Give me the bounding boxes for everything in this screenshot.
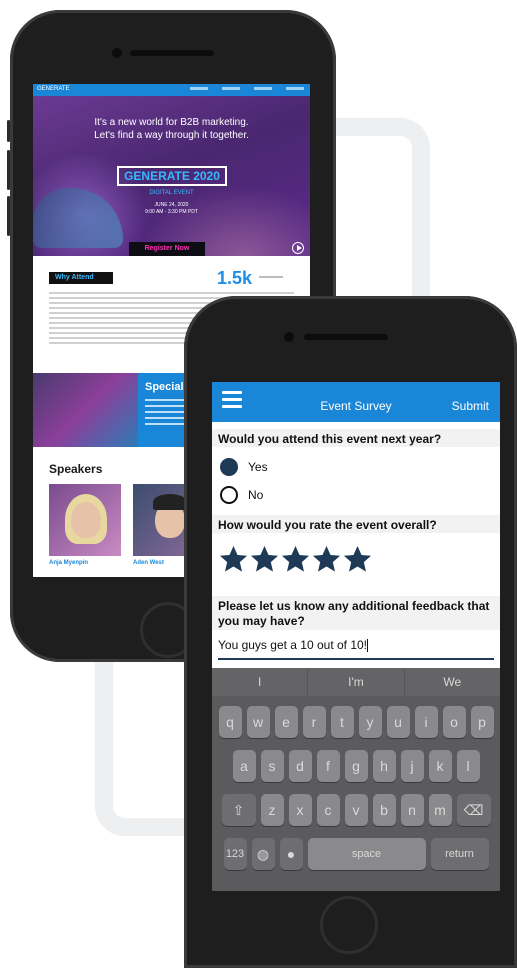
space-key[interactable]: space [307, 838, 426, 870]
option-no[interactable]: No [220, 486, 263, 504]
key[interactable]: e [274, 706, 298, 738]
radio-unselected-icon[interactable] [220, 486, 238, 504]
question-attend: Would you attend this event next year? [218, 432, 442, 446]
attendee-count-label [259, 276, 283, 278]
key[interactable]: p [470, 706, 494, 738]
nav-link[interactable] [254, 87, 272, 90]
nav-link[interactable] [190, 87, 208, 90]
key[interactable]: u [386, 706, 410, 738]
play-icon[interactable] [292, 242, 304, 254]
key[interactable]: z [260, 794, 284, 826]
delete-icon[interactable]: ⌫ [456, 794, 491, 826]
app-header: Event Survey Submit [212, 382, 500, 422]
keyboard-row: a s d f g h j k l [212, 750, 500, 782]
nav-link[interactable] [286, 87, 304, 90]
speaker-face [71, 502, 101, 538]
camera [112, 48, 122, 58]
globe-icon[interactable]: ◍ [251, 838, 275, 870]
star-icon[interactable] [249, 544, 280, 575]
option-yes[interactable]: Yes [220, 458, 268, 476]
key[interactable]: v [344, 794, 368, 826]
speaker-name[interactable]: Aden West [133, 560, 164, 566]
why-attend-heading: Why Attend [49, 272, 113, 284]
key[interactable]: c [316, 794, 340, 826]
suggestion[interactable]: We [405, 668, 500, 696]
star-icon[interactable] [311, 544, 342, 575]
option-label: No [248, 488, 264, 502]
rating-stars[interactable] [218, 544, 373, 575]
key[interactable]: b [372, 794, 396, 826]
radio-selected-icon[interactable] [220, 458, 238, 476]
earpiece [130, 50, 214, 56]
earpiece [304, 334, 388, 340]
shift-icon[interactable]: ⇧ [221, 794, 256, 826]
keyboard: I I'm We q w e r t y u i o p a s d f g h… [212, 668, 500, 891]
star-icon[interactable] [280, 544, 311, 575]
home-button[interactable] [320, 896, 378, 954]
hero-headline: It's a new world for B2B marketing. [94, 117, 249, 128]
question-feedback: Please let us know any additional feedba… [218, 599, 490, 613]
camera [284, 332, 294, 342]
speaker-name[interactable]: Anja Myenpin [49, 560, 88, 566]
survey-app-screen: Event Survey Submit Would you attend thi… [212, 382, 500, 891]
key[interactable]: i [414, 706, 438, 738]
event-date: JUNE 24, 2020 [154, 202, 189, 208]
return-key[interactable]: return [430, 838, 489, 870]
numbers-key[interactable]: 123 [223, 838, 247, 870]
suggestion[interactable]: I [212, 668, 309, 696]
event-type: DIGITAL EVENT [149, 190, 194, 196]
star-icon[interactable] [218, 544, 249, 575]
key[interactable]: g [344, 750, 368, 782]
question-feedback: you may have? [218, 614, 305, 628]
key[interactable]: q [218, 706, 242, 738]
feedback-input[interactable]: You guys get a 10 out of 10! [218, 634, 494, 660]
side-button [7, 150, 10, 190]
attendee-count: 1.5k [217, 268, 253, 288]
key[interactable]: s [260, 750, 284, 782]
side-button [7, 120, 10, 142]
key[interactable]: t [330, 706, 354, 738]
website-nav: GENERATE [33, 84, 310, 96]
keyboard-row: 123 ◍ ● space return [212, 838, 500, 870]
key[interactable]: k [428, 750, 452, 782]
key[interactable]: y [358, 706, 382, 738]
key[interactable]: m [428, 794, 452, 826]
microphone-icon[interactable]: ● [279, 838, 303, 870]
key[interactable]: x [288, 794, 312, 826]
hero-banner: It's a new world for B2B marketing. Let'… [33, 96, 310, 256]
hero-headline: Let's find a way through it together. [94, 130, 249, 141]
key[interactable]: d [288, 750, 312, 782]
suggestion[interactable]: I'm [308, 668, 405, 696]
submit-button[interactable]: Submit [452, 399, 489, 413]
event-time: 9:00 AM - 3:30 PM PDT [145, 209, 198, 215]
suggestion-bar: I I'm We [212, 668, 500, 696]
section-image [33, 373, 138, 447]
key[interactable]: o [442, 706, 466, 738]
speaker-photo[interactable] [49, 484, 121, 556]
register-button[interactable]: Register Now [129, 242, 205, 256]
keyboard-row: ⇧ z x c v b n m ⌫ [212, 794, 500, 826]
key[interactable]: f [316, 750, 340, 782]
star-icon[interactable] [342, 544, 373, 575]
speakers-heading: Speakers [49, 462, 103, 476]
keyboard-row: q w e r t y u i o p [212, 706, 500, 738]
nav-link[interactable] [222, 87, 240, 90]
nav-links [190, 87, 304, 90]
option-label: Yes [248, 460, 268, 474]
website-logo[interactable]: GENERATE [37, 86, 70, 92]
event-name: GENERATE 2020 [117, 166, 227, 186]
speaker-hair [153, 494, 187, 510]
text-caret [367, 639, 369, 653]
key[interactable]: w [246, 706, 270, 738]
side-button [7, 196, 10, 236]
question-rating: How would you rate the event overall? [218, 518, 437, 532]
key[interactable]: h [372, 750, 396, 782]
feedback-value: You guys get a 10 out of 10! [218, 638, 368, 652]
key[interactable]: a [232, 750, 256, 782]
key[interactable]: j [400, 750, 424, 782]
key[interactable]: r [302, 706, 326, 738]
key[interactable]: n [400, 794, 424, 826]
key[interactable]: l [456, 750, 480, 782]
